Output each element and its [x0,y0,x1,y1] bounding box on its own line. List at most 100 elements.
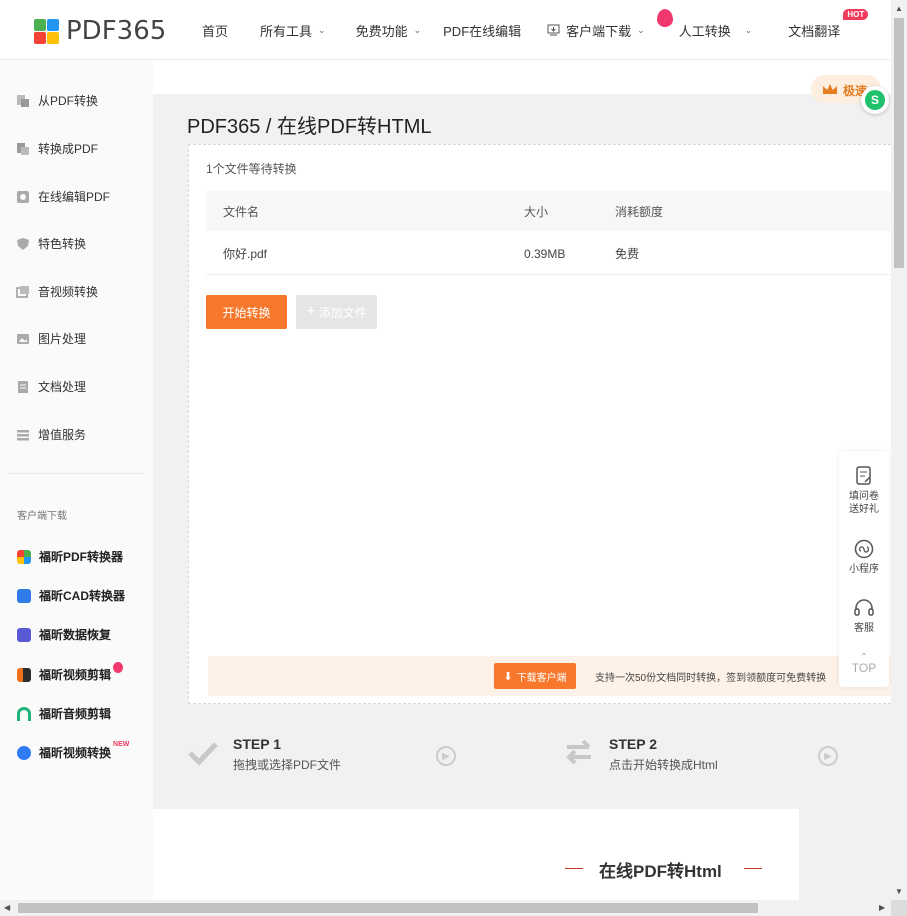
mini-program-button[interactable]: 小程序 [839,539,889,576]
back-to-top-button[interactable]: ⌃ TOP [839,653,889,675]
swap-icon [566,739,591,765]
list-icon [16,428,30,442]
app-video-converter[interactable]: 福昕视频转换 NEW [17,741,129,761]
chevron-right-icon: ▶ [436,746,456,766]
file-name: 你好.pdf [223,247,268,261]
float-toolbar: 填问卷 送好礼 小程序 客服 ⌃ TOP [839,451,889,687]
sidebar-item-from-pdf[interactable]: 从PDF转换 [16,92,98,109]
app-data-recovery[interactable]: 福昕数据恢复 [17,626,111,643]
step-desc: 拖拽或选择PDF文件 [233,758,342,772]
media-icon [16,285,30,299]
nav-home[interactable]: 首页 [202,21,228,40]
nav-doc-translate[interactable]: 文档翻译 HOT [788,8,869,40]
sidebar-item-image[interactable]: 图片处理 [16,330,86,347]
customer-service-button[interactable]: 客服 [839,598,889,635]
sidebar-item-label: 增值服务 [38,428,87,442]
audio-editor-icon [17,706,31,721]
start-convert-button[interactable]: 开始转换 [206,295,287,329]
edit-icon [16,190,30,204]
app-audio-editor[interactable]: 福昕音频剪辑 [17,705,111,722]
pdf-converter-icon [17,549,31,564]
crown-icon [823,84,837,94]
scroll-right-arrow-icon[interactable]: ▶ [879,903,885,912]
title-decor-line [744,868,762,869]
sidebar-item-label: 文档处理 [38,380,87,394]
sidebar-item-label: 转换成PDF [38,142,99,156]
nav-label: 文档翻译 [788,23,841,39]
nav-label: 首页 [202,23,229,39]
video-editor-icon [17,667,31,682]
download-arrow-icon: ⬇ [503,670,513,683]
survey-icon [856,466,871,485]
nav-client-download[interactable]: 客户端下载 ⌄ [547,21,645,40]
step-1: STEP 1 拖拽或选择PDF文件 [187,736,341,773]
hot-badge: HOT [843,8,869,20]
image-icon [16,332,30,346]
download-client-label: 下载客户端 [516,672,567,684]
page-title: PDF365 / 在线PDF转HTML [187,116,432,138]
intro-title: 在线PDF转Html [599,862,722,881]
sidebar-item-label: 特色转换 [38,237,87,251]
sidebar-item-label: 从PDF转换 [38,94,99,108]
cad-converter-icon [17,588,31,603]
nav-label: 免费功能 [355,23,408,39]
app-cad-converter[interactable]: 福昕CAD转换器 [17,587,125,604]
scroll-down-arrow-icon[interactable]: ▼ [895,887,903,896]
logo-text: PDF365 [66,16,167,46]
sidebar-item-to-pdf[interactable]: 转换成PDF [16,140,98,157]
scroll-left-arrow-icon[interactable]: ◀ [4,903,10,912]
sidebar-item-online-edit[interactable]: 在线编辑PDF [16,188,110,205]
header-cost: 消耗额度 [615,204,664,219]
client-download-heading: 客户端下载 [17,511,67,522]
horizontal-scrollbar[interactable]: ◀ ▶ [0,900,891,916]
file-size: 0.39MB [524,246,566,261]
vertical-scrollbar[interactable]: ▲ ▼ [891,0,907,900]
logo[interactable]: PDF365 [34,16,166,46]
app-label: 福昕数据恢复 [39,628,112,642]
add-file-button[interactable]: + 添加文件 [296,295,377,329]
nav-label: 人工转换 [678,23,731,39]
sidebar-item-special[interactable]: 特色转换 [16,235,86,252]
top-strip [153,60,891,94]
add-file-label: 添加文件 [318,305,367,320]
promo-bar: ⬇ 下载客户端 支持一次50份文档同时转换，签到领额度可免费转换 [208,656,892,696]
sidebar-divider [8,473,145,474]
app-pdf-converter[interactable]: 福昕PDF转换器 [17,548,123,565]
step-title: STEP 2 [609,736,657,752]
chevron-down-icon: ⌄ [413,24,422,35]
sidebar-item-document[interactable]: 文档处理 [16,378,86,395]
nav-free-features[interactable]: 免费功能 ⌄ [356,21,422,40]
app-label: 福昕PDF转换器 [39,550,124,564]
upload-panel[interactable]: 1个文件等待转换 文件名 大小 消耗额度 你好.pdf 0.39MB 免费 开始… [188,144,892,704]
shield-icon [16,237,30,251]
chevron-down-icon: ⌄ [637,24,645,35]
service-label: 客服 [854,623,874,634]
assistant-button[interactable]: S [861,86,889,114]
vertical-scroll-thumb[interactable] [894,18,904,268]
document-icon [16,380,30,394]
sidebar-item-value-added[interactable]: 增值服务 [16,426,86,443]
header-size: 大小 [524,204,549,219]
download-client-button[interactable]: ⬇ 下载客户端 [494,663,576,689]
nav-pdf-online-edit[interactable]: PDF在线编辑 [443,21,521,40]
promo-text: 支持一次50份文档同时转换，签到领额度可免费转换 [595,673,827,684]
plus-icon: + [306,303,316,320]
headset-icon [854,599,874,616]
app-label: 福昕CAD转换器 [39,589,125,603]
scroll-up-arrow-icon[interactable]: ▲ [895,4,903,13]
survey-label-1: 填问卷 [849,491,879,502]
app-label: 福昕视频剪辑 [39,668,112,682]
assistant-icon: S [865,90,885,110]
nav-manual-convert[interactable]: 人工转换 ⌄ [656,8,752,40]
nav-all-tools[interactable]: 所有工具 ⌄ [260,21,326,40]
header-filename: 文件名 [223,204,260,219]
app-video-editor[interactable]: 福昕视频剪辑 [17,662,124,683]
sidebar-item-media[interactable]: 音视频转换 [16,283,98,300]
survey-button[interactable]: 填问卷 送好礼 [839,466,889,516]
main-content: 极速 S PDF365 / 在线PDF转HTML 1个文件等待转换 文件名 大小… [153,60,892,916]
horizontal-scroll-thumb[interactable] [18,903,758,913]
fire-icon [656,8,673,27]
wait-status: 1个文件等待转换 [206,162,297,176]
file-cost: 免费 [615,247,640,261]
sidebar-item-label: 音视频转换 [38,285,99,299]
